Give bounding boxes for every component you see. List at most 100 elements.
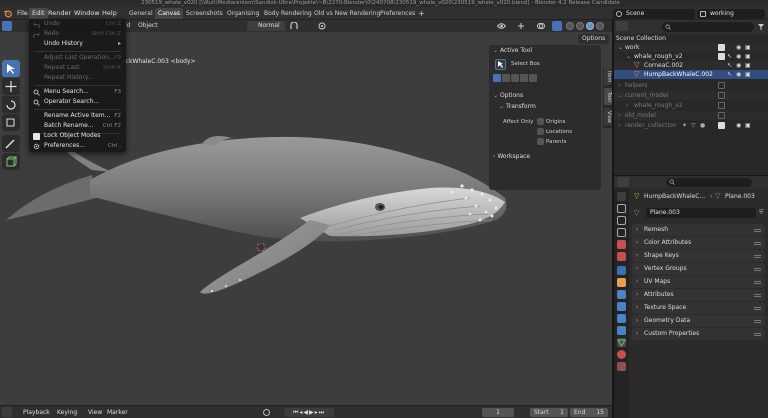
drag-handle-icon[interactable]: [754, 294, 761, 297]
constraint-properties-tab[interactable]: [617, 326, 626, 335]
tab-screenshots[interactable]: Screenshots: [183, 8, 226, 19]
select-mode-intersect[interactable]: [529, 74, 537, 82]
camera-icon[interactable]: ▣: [745, 71, 752, 78]
record-icon[interactable]: [263, 409, 270, 416]
tool-move[interactable]: [2, 78, 20, 95]
output-properties-tab[interactable]: [617, 216, 626, 225]
texture-properties-tab[interactable]: [617, 362, 626, 371]
outliner-row-cornea[interactable]: ▽ CorneaC.002 ↖ ◉ ▣: [614, 61, 768, 70]
start-frame-field[interactable]: Start 1: [530, 408, 568, 417]
exclude-checkbox[interactable]: [718, 92, 725, 99]
section-custom-properties[interactable]: › Custom Properties: [632, 328, 765, 340]
object-properties-tab[interactable]: [617, 278, 626, 287]
playback-controls[interactable]: ⏮◂◀▶▸⏭: [284, 408, 334, 417]
properties-search-input[interactable]: [666, 178, 752, 187]
drag-handle-icon[interactable]: [754, 242, 761, 245]
section-remesh[interactable]: › Remesh: [632, 224, 765, 236]
affect-parents-checkbox[interactable]: [537, 138, 544, 145]
npanel-tab-tool[interactable]: Tool: [604, 88, 612, 105]
section-geometry-data[interactable]: › Geometry Data: [632, 315, 765, 327]
exclude-checkbox[interactable]: [718, 82, 725, 89]
render-properties-tab[interactable]: [617, 204, 626, 213]
workspace-panel-header[interactable]: › Workspace: [493, 152, 530, 162]
properties-editor-type-button[interactable]: [617, 177, 629, 187]
drag-handle-icon[interactable]: [754, 281, 761, 284]
viewport-options-button[interactable]: Options: [578, 34, 610, 44]
menu-item-lock-object-modes[interactable]: Lock Object Modes: [29, 131, 126, 141]
camera-icon[interactable]: ▣: [745, 44, 752, 51]
outliner-editor-type-button[interactable]: [616, 21, 628, 31]
eye-icon[interactable]: ◉: [736, 62, 743, 69]
fake-user-icon[interactable]: ⛨: [759, 209, 764, 217]
drag-handle-icon[interactable]: [754, 320, 761, 323]
tool-select-box[interactable]: [2, 60, 20, 77]
menu-item-menu-search[interactable]: Menu Search... F3: [29, 87, 126, 97]
active-tool-preview[interactable]: [495, 59, 506, 70]
exclude-checkbox[interactable]: [718, 122, 725, 129]
data-properties-tab[interactable]: [616, 338, 627, 348]
view-layer-selector[interactable]: working: [697, 9, 765, 19]
particle-properties-tab[interactable]: [617, 302, 626, 311]
exclude-checkbox[interactable]: [718, 53, 725, 60]
menu-item-undo[interactable]: Undo Ctrl Z: [29, 19, 126, 29]
outliner-row-work[interactable]: ⌄ work ◉ ▣: [614, 43, 768, 52]
eye-icon[interactable]: ◉: [736, 71, 743, 78]
select-arrow-icon[interactable]: ↖: [727, 62, 734, 69]
section-attributes[interactable]: › Attributes: [632, 289, 765, 301]
npanel-tab-item[interactable]: Item: [604, 68, 612, 85]
outliner-row-humpbackwhale[interactable]: ▽ HumpBackWhaleC.002 ↖ ◉ ▣: [614, 70, 768, 79]
tool-add-cube[interactable]: [2, 153, 20, 170]
physics-properties-tab[interactable]: [617, 314, 626, 323]
menu-item-rename-active[interactable]: Rename Active Item... F2: [29, 111, 126, 121]
menu-help[interactable]: Help: [99, 8, 120, 19]
section-shape-keys[interactable]: › Shape Keys: [632, 250, 765, 262]
select-mode-subtract[interactable]: [511, 74, 519, 82]
section-vertex-groups[interactable]: › Vertex Groups: [632, 263, 765, 275]
mesh-datablock-field[interactable]: Plane.003: [646, 208, 756, 218]
camera-icon[interactable]: ▣: [745, 122, 752, 129]
select-mode-new[interactable]: [493, 74, 501, 82]
transform-subpanel-header[interactable]: ⌄ Transform: [499, 102, 536, 112]
tab-general[interactable]: General: [126, 8, 156, 19]
camera-icon[interactable]: ▣: [745, 62, 752, 69]
outliner-row-whale-rough-v2-old[interactable]: › whale_rough_v2: [614, 101, 768, 110]
outliner-row-helpers[interactable]: › helpers: [614, 81, 768, 90]
drag-handle-icon[interactable]: [754, 333, 761, 336]
options-panel-header[interactable]: ⌄ Options: [493, 91, 523, 101]
drag-handle-icon[interactable]: [754, 268, 761, 271]
tool-annotate[interactable]: [2, 135, 20, 152]
eye-icon[interactable]: ◉: [736, 44, 743, 51]
view-layer-properties-tab[interactable]: [617, 228, 626, 237]
world-properties-tab[interactable]: [617, 252, 626, 261]
outliner-row-render-collection[interactable]: › render_collection ✦ ▽ ● ◉ ▣: [614, 121, 768, 130]
menu-item-operator-search[interactable]: Operator Search...: [29, 97, 126, 107]
affect-origins-checkbox[interactable]: [537, 118, 544, 125]
select-mode-invert[interactable]: [520, 74, 528, 82]
drag-handle-icon[interactable]: [754, 255, 761, 258]
menu-item-repeat-last[interactable]: Repeat Last Shift R: [29, 63, 126, 73]
affect-locations-checkbox[interactable]: [537, 128, 544, 135]
material-properties-tab[interactable]: [617, 350, 626, 359]
outliner-row-old-model[interactable]: › old_model: [614, 111, 768, 120]
eye-icon[interactable]: ◉: [736, 122, 743, 129]
menu-window[interactable]: Window: [71, 8, 103, 19]
outliner-search-input[interactable]: [662, 22, 754, 32]
section-uv-maps[interactable]: › UV Maps: [632, 276, 765, 288]
npanel-tab-view[interactable]: View: [604, 108, 612, 125]
select-arrow-icon[interactable]: ↖: [727, 71, 734, 78]
select-mode-extend[interactable]: [502, 74, 510, 82]
timeline-editor-type-button[interactable]: [2, 407, 12, 417]
menu-item-undo-history[interactable]: Undo History ▸: [29, 39, 126, 49]
blender-logo-icon[interactable]: [3, 9, 12, 18]
end-frame-field[interactable]: End 15: [570, 408, 608, 417]
drag-handle-icon[interactable]: [754, 229, 761, 232]
timeline-menu-marker[interactable]: Marker: [107, 407, 128, 418]
scene-selector[interactable]: Scene: [613, 9, 695, 19]
menu-item-redo[interactable]: Redo Shift Ctrl Z: [29, 29, 126, 39]
menu-item-batch-rename[interactable]: Batch Rename... Ctrl F2: [29, 121, 126, 131]
section-color-attributes[interactable]: › Color Attributes: [632, 237, 765, 249]
select-arrow-icon[interactable]: ↖: [727, 53, 734, 60]
tab-body-rendering[interactable]: Body Rendering: [261, 8, 315, 19]
exclude-checkbox[interactable]: [718, 112, 725, 119]
timeline-menu-playback[interactable]: Playback: [23, 407, 50, 418]
